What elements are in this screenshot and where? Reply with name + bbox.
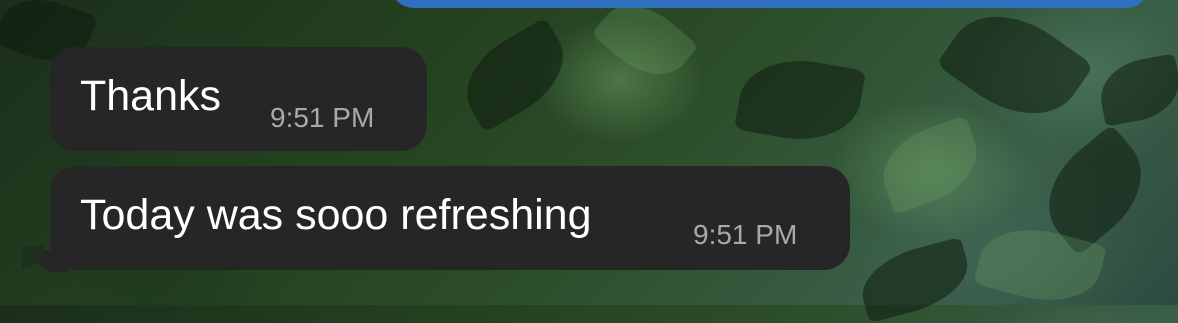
message-text: Thanks (80, 72, 222, 120)
incoming-message-bubble[interactable]: Today was sooo refreshing 9:51 PM (50, 166, 850, 270)
outgoing-message-bubble[interactable] (390, 0, 1150, 8)
message-timestamp: 9:51 PM (270, 102, 375, 133)
incoming-message-bubble[interactable]: Thanks 9:51 PM (50, 47, 427, 151)
message-timestamp: 9:51 PM (693, 219, 798, 250)
message-text: Today was sooo refreshing (80, 191, 592, 239)
